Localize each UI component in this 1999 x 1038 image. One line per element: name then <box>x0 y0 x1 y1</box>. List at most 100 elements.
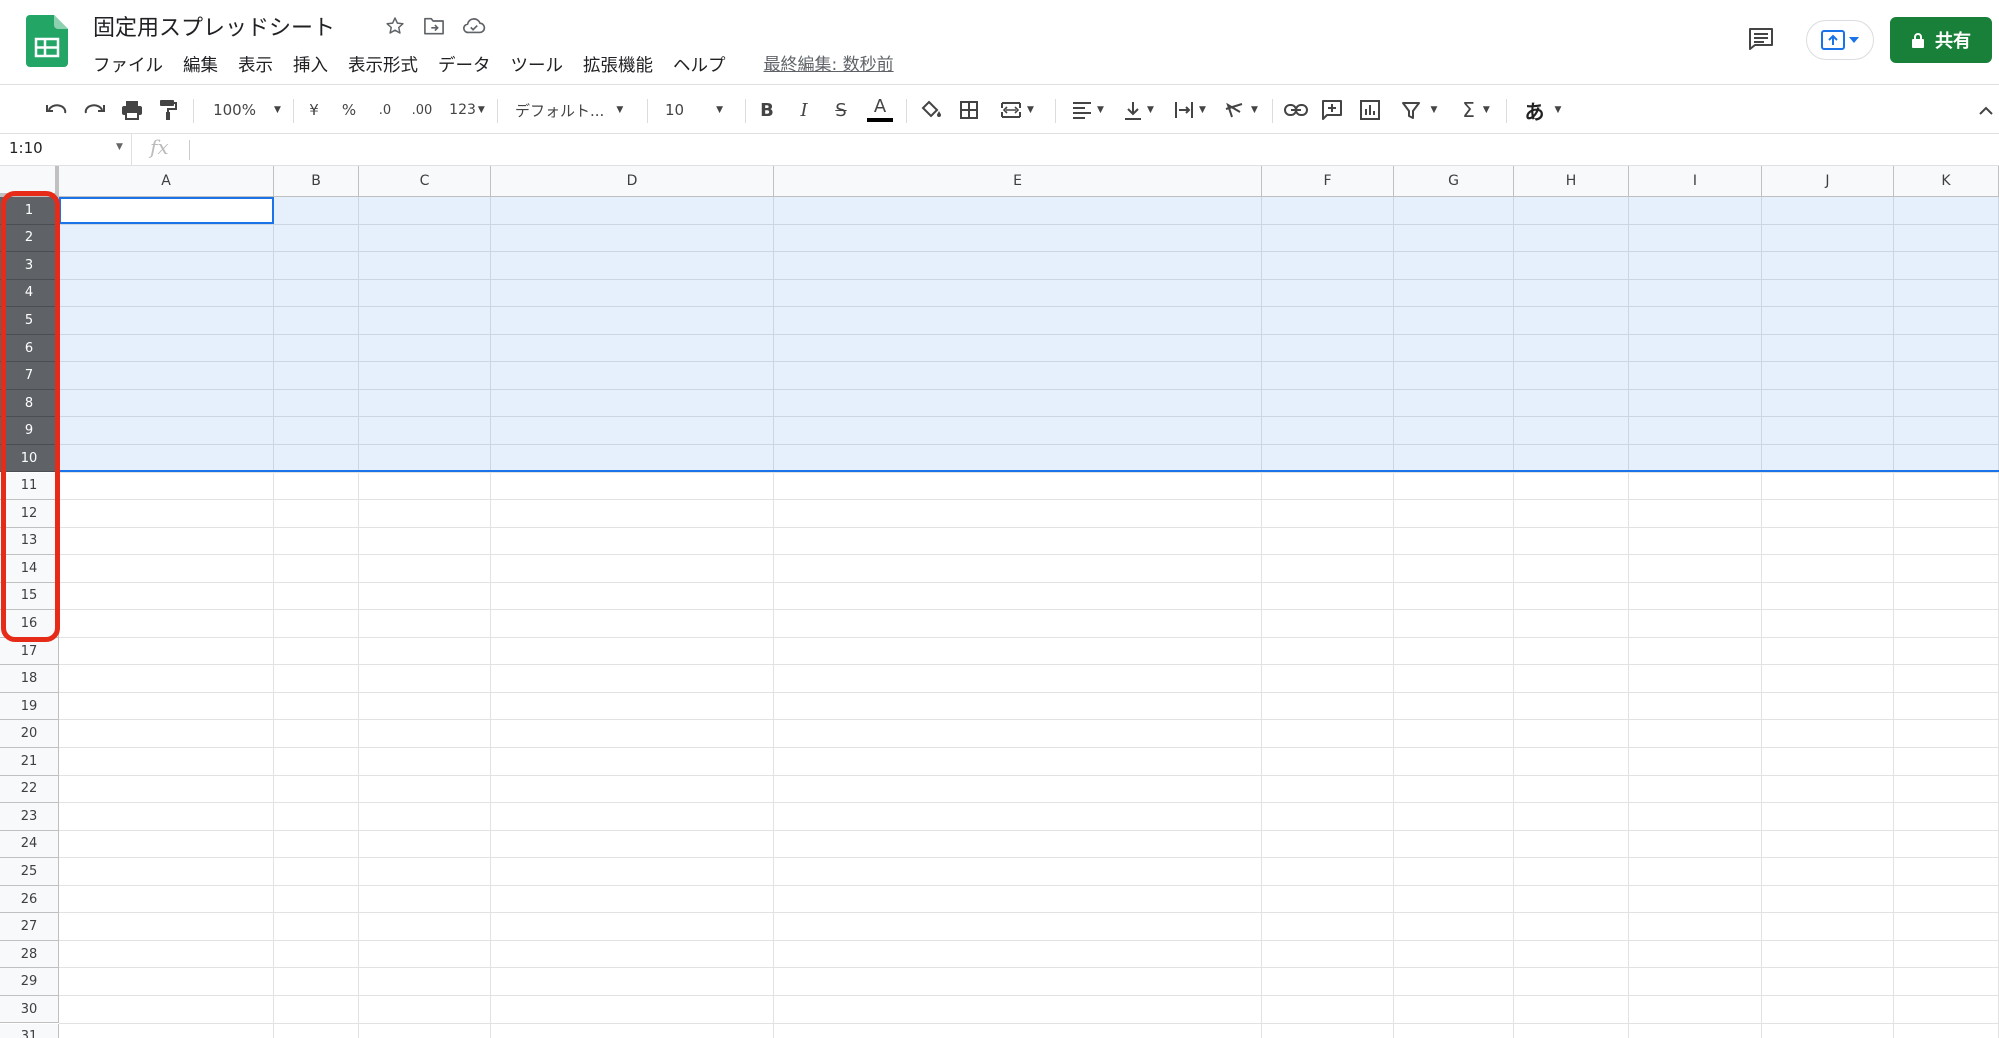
column-header-h[interactable]: H <box>1514 166 1629 197</box>
zoom-value: 100% <box>213 101 256 119</box>
row-header-25[interactable]: 25 <box>0 858 59 886</box>
row-header-28[interactable]: 28 <box>0 940 59 969</box>
menu-tools[interactable]: ツール <box>511 50 574 81</box>
chevron-down-icon: ▼ <box>1097 105 1104 115</box>
row-header-23[interactable]: 23 <box>0 803 59 831</box>
chevron-down-icon[interactable]: ▼ <box>116 142 123 152</box>
input-tools-button[interactable]: あ ▼ <box>1518 95 1568 125</box>
insert-link-icon[interactable] <box>1282 95 1310 125</box>
grid-row-line <box>59 719 1999 721</box>
document-title[interactable]: 固定用スプレッドシート <box>93 10 335 42</box>
spreadsheet-grid[interactable]: ABCDEFGHIJK 1 2 3 4 5 6 7 8 9 10 11 12 13 14 15 16 17 18 1… <box>0 166 1999 1038</box>
chevron-down-icon: ▼ <box>1147 105 1154 115</box>
borders-icon[interactable] <box>955 95 983 125</box>
text-color-swatch <box>867 118 893 122</box>
share-button[interactable]: 共有 <box>1890 17 1992 63</box>
grid-row-line <box>59 526 1999 528</box>
active-cell[interactable] <box>59 197 274 224</box>
row-header-18[interactable]: 18 <box>0 665 59 693</box>
chevron-down-icon: ▼ <box>716 105 724 115</box>
row-header-20[interactable]: 20 <box>0 720 59 748</box>
column-header-b[interactable]: B <box>274 166 359 197</box>
text-color-button[interactable]: A <box>866 95 894 125</box>
column-header-d[interactable]: D <box>491 166 774 197</box>
column-header-c[interactable]: C <box>359 166 491 197</box>
menu-help[interactable]: ヘルプ <box>673 50 736 81</box>
bold-button[interactable]: B <box>756 95 778 125</box>
zoom-select[interactable]: 100% ▼ <box>208 95 286 125</box>
chevron-down-icon: ▼ <box>273 105 281 115</box>
grid-row-line <box>59 609 1999 611</box>
text-wrap-icon[interactable]: ▼ <box>1168 95 1212 125</box>
name-box[interactable]: 1:10 <box>0 134 132 165</box>
app-header: 固定用スプレッドシート ファイル 編集 表示 挿入 表示形式 データ ツール 拡… <box>0 0 1999 84</box>
row-header-30[interactable]: 30 <box>0 995 59 1024</box>
cloud-saved-icon[interactable] <box>460 12 488 40</box>
column-header-f[interactable]: F <box>1262 166 1394 197</box>
decrease-decimal-button[interactable]: .0 <box>372 95 398 125</box>
vertical-align-icon[interactable]: ▼ <box>1117 95 1161 125</box>
grid-row-line <box>59 967 1999 969</box>
font-family-select[interactable]: デフォルト... ▼ <box>515 95 637 125</box>
row-header-31[interactable]: 31 <box>0 1023 59 1038</box>
row-header-21[interactable]: 21 <box>0 748 59 776</box>
insert-comment-icon[interactable] <box>1318 95 1346 125</box>
italic-button[interactable]: I <box>793 95 815 125</box>
menu-insert[interactable]: 挿入 <box>293 50 338 81</box>
column-header-g[interactable]: G <box>1394 166 1514 197</box>
present-button[interactable] <box>1806 20 1874 60</box>
redo-icon[interactable] <box>80 95 108 125</box>
grid-row-line <box>59 747 1999 748</box>
increase-decimal-button[interactable]: .00 <box>407 95 437 125</box>
column-header-e[interactable]: E <box>774 166 1262 197</box>
strikethrough-button[interactable]: S <box>830 95 852 125</box>
chevron-down-icon: ▼ <box>1554 105 1562 115</box>
column-header-k[interactable]: K <box>1894 166 1999 197</box>
paint-format-icon[interactable] <box>154 95 182 125</box>
collapse-toolbar-icon[interactable] <box>1976 95 1996 125</box>
insert-chart-icon[interactable] <box>1356 95 1384 125</box>
column-header-j[interactable]: J <box>1762 166 1894 197</box>
chevron-down-icon: ▼ <box>1430 105 1438 115</box>
sheets-logo-icon[interactable] <box>26 15 68 67</box>
grid-row-line <box>59 1022 1999 1024</box>
functions-button[interactable]: Σ ▼ <box>1456 95 1496 125</box>
fx-icon: fx <box>150 135 169 159</box>
horizontal-align-icon[interactable]: ▼ <box>1066 95 1110 125</box>
number-format-select[interactable]: 123 ▼ <box>445 95 489 125</box>
menu-data[interactable]: データ <box>438 50 501 81</box>
undo-icon[interactable] <box>43 95 71 125</box>
row-header-27[interactable]: 27 <box>0 913 59 941</box>
share-button-label: 共有 <box>1935 31 1971 52</box>
font-size-select[interactable]: 10 ▼ <box>665 95 737 125</box>
grid-row-line <box>59 884 1999 886</box>
star-icon[interactable] <box>381 12 409 40</box>
currency-format-button[interactable]: ¥ <box>303 95 325 125</box>
column-header-i[interactable]: I <box>1629 166 1762 197</box>
menu-format[interactable]: 表示形式 <box>348 50 428 81</box>
filter-icon[interactable]: ▼ <box>1394 95 1444 125</box>
column-header-a[interactable]: A <box>59 166 274 197</box>
print-icon[interactable] <box>118 95 146 125</box>
menu-view[interactable]: 表示 <box>238 50 283 81</box>
row-header-19[interactable]: 19 <box>0 692 59 721</box>
comment-history-button[interactable] <box>1744 24 1778 54</box>
chevron-down-icon: ▼ <box>1251 105 1258 115</box>
percent-format-button[interactable]: % <box>338 95 360 125</box>
row-header-29[interactable]: 29 <box>0 968 59 996</box>
comment-icon <box>1749 28 1773 50</box>
last-edit-link[interactable]: 最終編集: 数秒前 <box>764 50 894 81</box>
fill-color-icon[interactable] <box>918 95 946 125</box>
chevron-down-icon: ▼ <box>1199 105 1206 115</box>
row-header-26[interactable]: 26 <box>0 885 59 914</box>
annotation-highlight-ring <box>1 191 60 642</box>
row-header-22[interactable]: 22 <box>0 775 59 804</box>
menu-edit[interactable]: 編集 <box>183 50 228 81</box>
text-rotation-icon[interactable]: ▼ <box>1219 95 1263 125</box>
row-header-24[interactable]: 24 <box>0 830 59 859</box>
menu-file[interactable]: ファイル <box>93 50 173 81</box>
move-folder-icon[interactable] <box>420 12 448 40</box>
lock-icon <box>1912 33 1924 48</box>
merge-cells-icon[interactable]: ▼ <box>992 95 1042 125</box>
menu-extensions[interactable]: 拡張機能 <box>583 50 663 81</box>
